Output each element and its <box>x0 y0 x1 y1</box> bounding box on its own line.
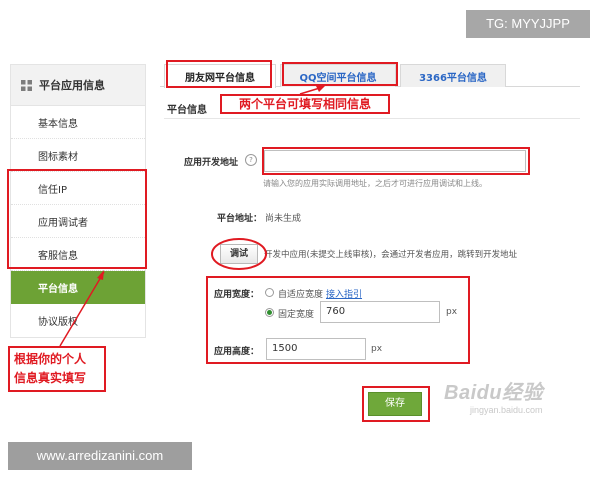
platform-url-label: 平台地址： <box>217 214 263 224</box>
annotation-box-sidebar-items <box>7 169 147 269</box>
debug-button[interactable]: 调试 <box>220 244 258 264</box>
dev-url-label: 应用开发地址 <box>184 158 239 168</box>
sidebar-item-label: 平台信息 <box>38 283 78 295</box>
sidebar-item-agreement[interactable]: 协议版权 <box>11 304 145 336</box>
annotation-note-tabs: 两个平台可填写相同信息 <box>220 94 390 114</box>
dev-url-hint: 请输入您的应用实际调用地址，之后才可进行应用调试和上线。 <box>263 179 487 188</box>
tg-watermark: TG: MYYJJPP <box>466 10 590 38</box>
sidebar-item-label: 基本信息 <box>38 118 78 130</box>
annotation-note-line2: 信息真实填写 <box>14 371 87 385</box>
sidebar-header-label: 平台应用信息 <box>39 79 105 92</box>
platform-url-value: 尚未生成 <box>265 214 302 224</box>
help-icon[interactable]: ? <box>245 154 257 166</box>
debug-hint: 开发中应用(未提交上线审核)，会通过开发者应用，跳转到开发地址 <box>264 250 518 260</box>
annotation-box-tab-qzone <box>282 62 398 86</box>
tab-label: 3366平台信息 <box>419 72 487 84</box>
section-divider <box>164 118 580 119</box>
annotation-box-size-fields <box>206 276 470 364</box>
sidebar-item-icon-assets[interactable]: 图标素材 <box>11 139 145 172</box>
sidebar-item-label: 图标素材 <box>38 151 78 163</box>
sidebar-item-label: 协议版权 <box>38 316 78 328</box>
annotation-note-sidebar: 根据你的个人 信息真实填写 <box>8 346 106 392</box>
site-watermark: www.arredizanini.com <box>8 442 192 470</box>
annotation-arrow-tabs <box>299 86 324 95</box>
sidebar-header: 平台应用信息 <box>11 65 145 106</box>
annotation-box-save <box>362 386 430 422</box>
annotation-box-tab-pengyou <box>166 60 272 88</box>
sidebar-item-platform-info[interactable]: 平台信息 <box>11 271 145 304</box>
annotation-note-line1: 根据你的个人 <box>14 352 87 366</box>
grid-icon <box>21 79 32 91</box>
baidu-watermark: Baidu经验 jingyan.baidu.com <box>444 376 584 415</box>
sidebar-item-basic-info[interactable]: 基本信息 <box>11 106 145 139</box>
baidu-url-text: jingyan.baidu.com <box>470 405 543 415</box>
tab-3366[interactable]: 3366平台信息 <box>400 64 506 87</box>
baidu-logo-text: Baidu经验 <box>444 382 544 404</box>
annotation-box-dev-url <box>262 147 530 175</box>
section-title: 平台信息 <box>167 105 207 116</box>
